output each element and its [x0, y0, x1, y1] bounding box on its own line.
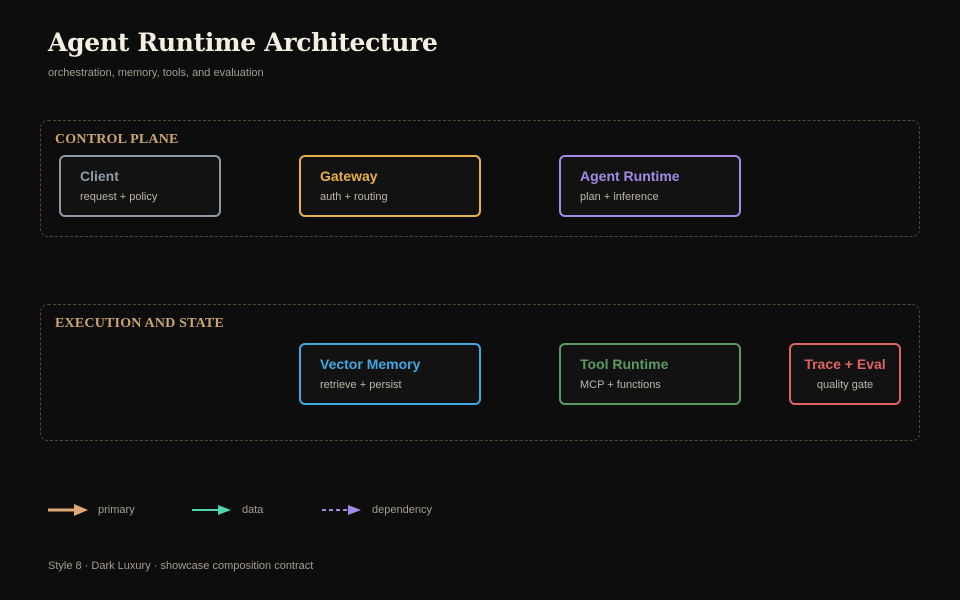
- tool-runtime-node-subtitle: MCP + functions: [580, 379, 661, 391]
- page-title: Agent Runtime Architecture: [48, 28, 438, 57]
- legend-label-primary: primary: [98, 504, 135, 516]
- trace-eval-node[interactable]: Trace + Eval quality gate: [789, 343, 901, 405]
- page-subtitle: orchestration, memory, tools, and evalua…: [48, 67, 264, 79]
- client-node-title: Client: [80, 168, 119, 184]
- legend-item-data: data: [192, 502, 263, 518]
- trace-eval-node-title: Trace + Eval: [804, 356, 886, 372]
- legend-label-dependency: dependency: [372, 504, 432, 516]
- legend-label-data: data: [242, 504, 264, 516]
- agent-runtime-node-subtitle: plan + inference: [580, 191, 659, 203]
- gateway-node-title: Gateway: [320, 168, 378, 184]
- vector-memory-node[interactable]: Vector Memory retrieve + persist: [299, 343, 481, 405]
- dependency-arrow-icon: [322, 505, 361, 515]
- zone-label-control-plane: CONTROL PLANE: [55, 132, 179, 147]
- gateway-node[interactable]: Gateway auth + routing: [299, 155, 481, 217]
- tool-runtime-node-title: Tool Runtime: [580, 356, 669, 372]
- primary-arrow-icon: [48, 504, 88, 516]
- legend-item-dependency: dependency: [322, 502, 432, 518]
- legend-item-primary: primary: [48, 502, 135, 518]
- footer-caption: Style 8 · Dark Luxury · showcase composi…: [48, 560, 314, 572]
- gateway-node-subtitle: auth + routing: [320, 191, 388, 203]
- vector-memory-node-subtitle: retrieve + persist: [320, 379, 402, 391]
- primary-arrow-head: [74, 504, 88, 516]
- zone-label-execution-state: EXECUTION AND STATE: [55, 316, 224, 331]
- data-arrow-head: [218, 505, 231, 515]
- vector-memory-node-title: Vector Memory: [320, 356, 421, 372]
- agent-runtime-node[interactable]: Agent Runtime plan + inference: [559, 155, 741, 217]
- client-node[interactable]: Client request + policy: [59, 155, 221, 217]
- dependency-arrow-head: [348, 505, 361, 515]
- data-arrow-icon: [192, 505, 231, 515]
- tool-runtime-node[interactable]: Tool Runtime MCP + functions: [559, 343, 741, 405]
- agent-runtime-node-title: Agent Runtime: [580, 168, 680, 184]
- trace-eval-node-subtitle: quality gate: [816, 379, 874, 391]
- client-node-subtitle: request + policy: [80, 191, 158, 203]
